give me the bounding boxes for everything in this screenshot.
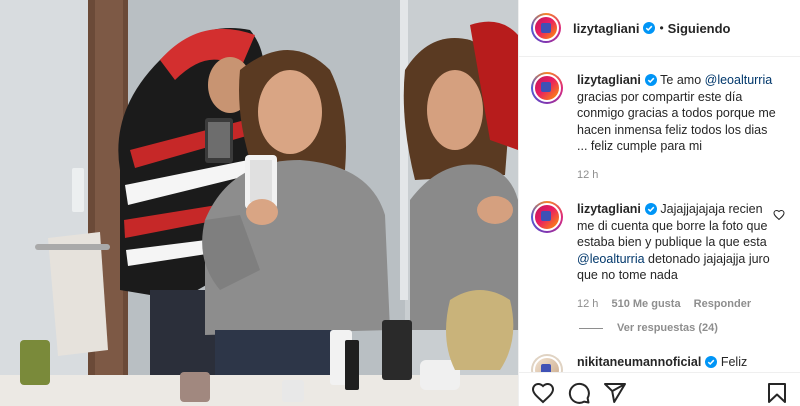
post-photo[interactable]	[0, 0, 518, 406]
header-username[interactable]: lizytagliani	[573, 21, 639, 36]
verified-badge-icon	[644, 74, 657, 86]
caption-body: lizytagliani Te amo @leoalturria gracias…	[577, 72, 777, 183]
verified-badge-icon	[643, 22, 656, 34]
comment-username[interactable]: nikitaneumannoficial	[577, 355, 701, 369]
post-viewer: lizytagliani • Siguiendo lizytagliani Te…	[0, 0, 800, 406]
comment-item: lizytagliani Jajajjajajaja recien me di …	[519, 201, 800, 312]
view-replies-label: Ver respuestas (24)	[617, 322, 718, 334]
comment-likes[interactable]: 510 Me gusta	[611, 298, 680, 310]
comment-mention[interactable]: @leoalturria	[577, 252, 645, 266]
action-bar	[519, 372, 800, 406]
caption-text-after: gracias por compartir este día conmigo g…	[577, 89, 776, 154]
comment-text: Feliz	[720, 355, 748, 369]
view-replies-button[interactable]: Ver respuestas (24)	[579, 322, 718, 334]
caption-username[interactable]: lizytagliani	[577, 73, 641, 87]
avatar[interactable]	[531, 72, 563, 104]
avatar[interactable]	[531, 201, 563, 233]
avatar[interactable]	[531, 13, 561, 43]
heart-icon[interactable]	[531, 381, 555, 405]
bookmark-icon[interactable]	[765, 381, 789, 405]
separator-dot: •	[659, 21, 664, 35]
caption: lizytagliani Te amo @leoalturria gracias…	[519, 72, 800, 183]
reply-button[interactable]: Responder	[694, 298, 751, 310]
comment-meta: 12 h 510 Me gusta Responder	[577, 296, 777, 313]
post-header: lizytagliani • Siguiendo	[519, 0, 800, 57]
caption-time[interactable]: 12 h	[577, 169, 598, 181]
caption-text-before: Te amo	[660, 73, 705, 87]
comment-icon[interactable]	[567, 381, 591, 405]
verified-badge-icon	[644, 203, 657, 215]
verified-badge-icon	[705, 356, 718, 368]
share-icon[interactable]	[603, 381, 627, 405]
post-side-panel: lizytagliani • Siguiendo lizytagliani Te…	[518, 0, 800, 406]
caption-meta: 12 h	[577, 167, 777, 184]
photo-illustration	[0, 0, 518, 406]
comment-like-icon[interactable]	[773, 209, 785, 221]
comment-username[interactable]: lizytagliani	[577, 202, 641, 216]
comment-time[interactable]: 12 h	[577, 298, 598, 310]
following-button[interactable]: Siguiendo	[668, 21, 731, 36]
replies-divider	[579, 327, 603, 329]
caption-mention[interactable]: @leoalturria	[705, 73, 773, 87]
comment-body: lizytagliani Jajajjajajaja recien me di …	[577, 201, 777, 312]
